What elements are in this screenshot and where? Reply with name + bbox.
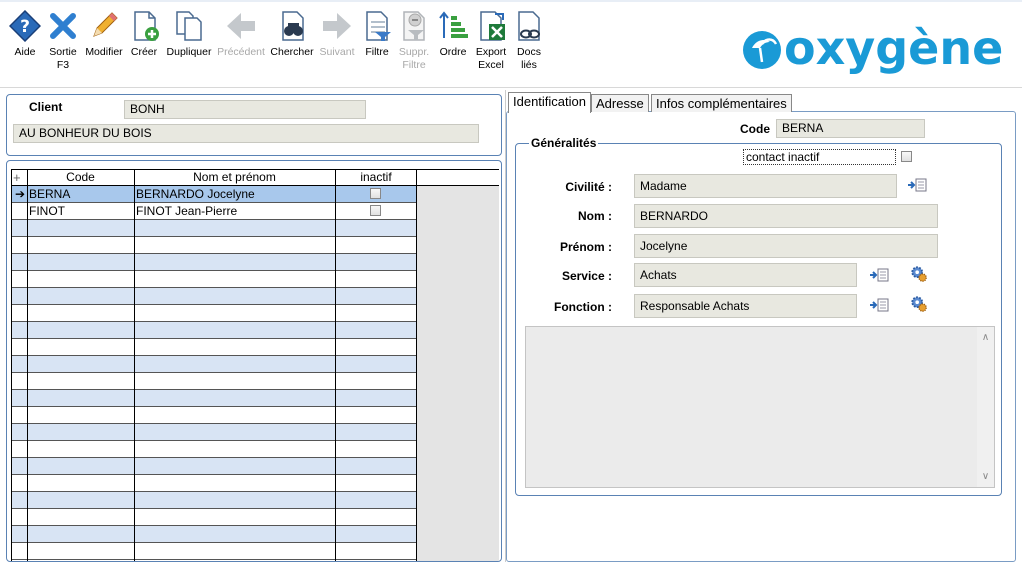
civilite-field[interactable]: Madame	[634, 174, 897, 198]
prenom-label: Prénom :	[559, 240, 612, 254]
pencil-icon	[88, 10, 120, 42]
select-list-icon[interactable]	[869, 267, 889, 283]
row-name: BERNARDO Jocelyne	[136, 187, 255, 201]
service-field[interactable]: Achats	[634, 263, 857, 287]
client-label: Client	[29, 100, 63, 114]
table-row[interactable]	[11, 237, 417, 254]
remove-filter-icon	[398, 10, 430, 42]
arrow-left-icon	[225, 10, 257, 42]
table-row[interactable]: ➔ BERNA BERNARDO Jocelyne	[11, 186, 417, 203]
code-label: Code	[740, 122, 770, 136]
table-row[interactable]	[11, 492, 417, 509]
table-row[interactable]	[11, 271, 417, 288]
table-row[interactable]	[11, 424, 417, 441]
filter-icon	[361, 10, 393, 42]
nom-field[interactable]: BERNARDO	[634, 204, 938, 228]
binoculars-icon	[276, 10, 308, 42]
scroll-down-icon[interactable]: ∨	[977, 468, 994, 485]
excel-icon	[475, 10, 507, 42]
table-row[interactable]	[11, 475, 417, 492]
arrow-right-icon	[321, 10, 353, 42]
scroll-up-icon[interactable]: ∧	[977, 329, 994, 346]
table-row[interactable]	[11, 305, 417, 322]
nom-label: Nom :	[578, 209, 612, 223]
row-code: FINOT	[29, 204, 65, 218]
current-row-arrow-icon: ➔	[14, 187, 26, 201]
help-icon: ?	[8, 9, 42, 43]
table-row[interactable]	[11, 373, 417, 390]
settings-gear-icon[interactable]	[910, 295, 930, 312]
column-header-inactive[interactable]: inactif	[335, 170, 417, 185]
oxygene-logo: oxygène	[740, 20, 1006, 76]
table-row[interactable]: FINOT FINOT Jean-Pierre	[11, 203, 417, 220]
fonction-label: Fonction :	[554, 300, 612, 314]
create-button[interactable]: Créer	[121, 10, 167, 59]
add-column-icon[interactable]: +	[11, 170, 27, 185]
row-code: BERNA	[29, 187, 71, 201]
grid-line	[11, 169, 12, 561]
client-name-field[interactable]: AU BONHEUR DU BOIS	[13, 124, 479, 143]
grid-empty-area	[417, 186, 499, 561]
table-row[interactable]	[11, 407, 417, 424]
table-row[interactable]	[11, 339, 417, 356]
table-row[interactable]	[11, 220, 417, 237]
table-row[interactable]	[11, 509, 417, 526]
duplicate-button[interactable]: Dupliquer	[164, 10, 214, 59]
row-inactive-checkbox[interactable]	[370, 205, 381, 216]
toolbar: ? Aide Sortie F3 Modifier Créer Duplique…	[0, 0, 1022, 88]
tab-identification[interactable]: Identification	[508, 92, 591, 113]
generalites-title: Généralités	[529, 136, 599, 150]
new-doc-icon	[128, 10, 160, 42]
service-label: Service :	[561, 269, 612, 283]
contact-inactive-label[interactable]: contact inactif	[743, 149, 896, 165]
row-name: FINOT Jean-Pierre	[136, 204, 238, 218]
table-row[interactable]	[11, 441, 417, 458]
grid-line	[27, 169, 28, 561]
table-row[interactable]	[11, 458, 417, 475]
table-row[interactable]	[11, 390, 417, 407]
fonction-field[interactable]: Responsable Achats	[634, 294, 857, 318]
contact-code-field[interactable]: BERNA	[776, 119, 925, 138]
linked-docs-button[interactable]: Docs liés	[506, 10, 552, 71]
grid-line	[134, 169, 135, 561]
notes-memo[interactable]: ∧ ∨	[525, 326, 995, 488]
contact-inactive-checkbox[interactable]	[901, 151, 912, 162]
grid-line	[416, 169, 417, 561]
table-row[interactable]	[11, 543, 417, 560]
select-list-icon[interactable]	[907, 177, 927, 193]
exit-icon	[47, 10, 79, 42]
contacts-grid-panel: + Code Nom et prénom inactif ➔ BERNA BER…	[6, 160, 502, 562]
grid-header: + Code Nom et prénom inactif	[11, 169, 499, 186]
linked-docs-icon	[513, 10, 545, 42]
grid-rows: ➔ BERNA BERNARDO Jocelyne FINOT FINOT Je…	[11, 186, 417, 560]
column-header-name[interactable]: Nom et prénom	[134, 170, 335, 185]
row-inactive-checkbox[interactable]	[370, 188, 381, 199]
previous-button[interactable]: Précédent	[216, 10, 266, 59]
memo-scrollbar[interactable]: ∧ ∨	[977, 327, 994, 487]
tab-adresse[interactable]: Adresse	[591, 94, 649, 112]
tab-infos-complementaires[interactable]: Infos complémentaires	[651, 94, 792, 112]
table-row[interactable]	[11, 288, 417, 305]
svg-text:?: ?	[20, 17, 30, 37]
grid-line	[335, 169, 336, 561]
window-top-border	[0, 0, 1022, 2]
select-list-icon[interactable]	[869, 297, 889, 313]
client-code-field[interactable]: BONH	[124, 100, 366, 119]
table-row[interactable]	[11, 356, 417, 373]
civilite-label: Civilité :	[565, 180, 612, 194]
duplicate-icon	[173, 10, 205, 42]
search-button[interactable]: Chercher	[268, 10, 316, 59]
sort-icon	[437, 10, 469, 42]
column-header-code[interactable]: Code	[27, 170, 134, 185]
logo-text: oxygène	[784, 21, 1003, 75]
table-row[interactable]	[11, 526, 417, 543]
table-row[interactable]	[11, 322, 417, 339]
settings-gear-icon[interactable]	[910, 265, 930, 282]
prenom-field[interactable]: Jocelyne	[634, 234, 938, 258]
table-row[interactable]	[11, 254, 417, 271]
